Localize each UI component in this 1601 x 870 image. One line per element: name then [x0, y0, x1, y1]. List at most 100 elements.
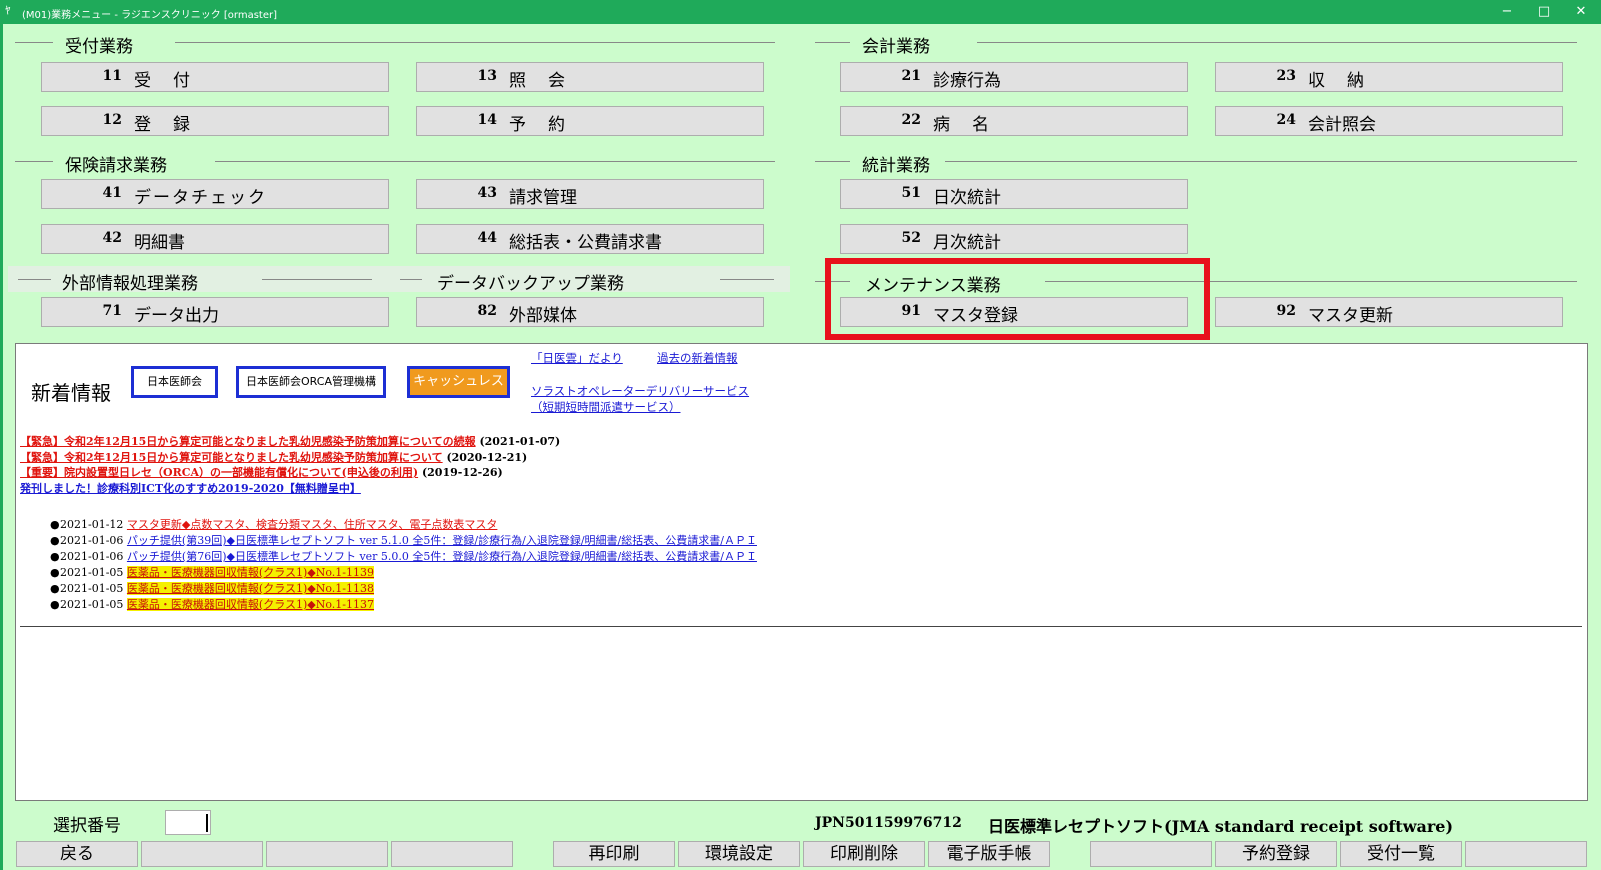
- license-id: JPN501159976712: [815, 815, 962, 831]
- menu-number: 43: [477, 185, 497, 201]
- menu-number: 71: [102, 303, 122, 319]
- menu-label: 外部媒体: [509, 306, 577, 326]
- fkey-1-back-button[interactable]: 戻る: [16, 841, 138, 867]
- fkey-11-reception-list-button[interactable]: 受付一覧: [1340, 841, 1462, 867]
- news-date: 2021-01-05: [60, 582, 124, 595]
- news-date: 2021-01-05: [60, 598, 124, 611]
- menu-button-82-gaibu-baitai[interactable]: 82 外部媒体: [416, 297, 764, 327]
- software-name: 日医標準レセプトソフト(JMA standard receipt softwar…: [988, 817, 1454, 836]
- minimize-icon[interactable]: −: [1497, 3, 1517, 21]
- close-icon[interactable]: ✕: [1571, 3, 1591, 21]
- menu-button-71-data-shutsuryoku[interactable]: 71 データ出力: [41, 297, 389, 327]
- menu-number: 14: [477, 112, 497, 128]
- alert-link[interactable]: 【緊急】令和2年12月15日から算定可能となりました乳幼児感染予防策加算について…: [20, 435, 476, 448]
- menu-number: 52: [901, 230, 921, 246]
- text-caret: [206, 814, 208, 832]
- maximize-icon[interactable]: □: [1534, 3, 1554, 21]
- menu-button-23-shuunou[interactable]: 23 収納: [1215, 62, 1563, 92]
- fkey-9-button[interactable]: [1090, 841, 1212, 867]
- menu-button-21-shinryou[interactable]: 21 診療行為: [840, 62, 1188, 92]
- alert-link[interactable]: 【緊急】令和2年12月15日から算定可能となりました乳幼児感染予防策加算について: [20, 451, 443, 464]
- section-backup: データバックアップ業務: [400, 267, 780, 294]
- fkey-2-button[interactable]: [141, 841, 263, 867]
- menu-button-51-nichiji-toukei[interactable]: 51 日次統計: [840, 179, 1188, 209]
- cashless-banner-button[interactable]: キャッシュレス: [407, 366, 510, 398]
- news-link[interactable]: 医薬品・医療機器回収情報(クラス1)◆No.1-1137: [126, 598, 375, 611]
- fkey-5-reprint-button[interactable]: 再印刷: [553, 841, 675, 867]
- menu-number: 23: [1276, 68, 1296, 84]
- menu-button-22-byoumei[interactable]: 22 病名: [840, 106, 1188, 136]
- menu-button-43-seikyuu-kanri[interactable]: 43 請求管理: [416, 179, 764, 209]
- menu-button-12-touroku[interactable]: 12 登録: [41, 106, 389, 136]
- menu-number: 82: [477, 303, 497, 319]
- bullet-icon: ●: [50, 518, 60, 531]
- fkey-4-button[interactable]: [391, 841, 513, 867]
- fkey-8-e-notebook-button[interactable]: 電子版手帳: [928, 841, 1050, 867]
- fkey-3-button[interactable]: [266, 841, 388, 867]
- news-link[interactable]: 医薬品・医療機器回収情報(クラス1)◆No.1-1139: [126, 566, 375, 579]
- menu-label: 病名: [933, 115, 1011, 135]
- menu-button-41-data-check[interactable]: 41 データチェック: [41, 179, 389, 209]
- menu-label: 収納: [1308, 71, 1386, 91]
- menu-number: 44: [477, 230, 497, 246]
- menu-button-42-meisaisho[interactable]: 42 明細書: [41, 224, 389, 254]
- list-item: ●2021-01-06 パッチ提供(第76回)◆日医標準レセプトソフト ver …: [50, 548, 757, 564]
- menu-button-92-master-koushin[interactable]: 92 マスタ更新: [1215, 297, 1563, 327]
- select-number-label: 選択番号: [53, 816, 121, 836]
- menu-number: 51: [901, 185, 921, 201]
- news-divider: [20, 626, 1582, 627]
- menu-label: データチェック: [134, 188, 267, 208]
- menu-label: 照会: [509, 71, 587, 91]
- operator-service-link[interactable]: ソラストオペレーターデリバリーサービス: [531, 383, 749, 399]
- section-kaikei: 会計業務: [815, 30, 1577, 57]
- news-date: 2021-01-12: [60, 518, 124, 531]
- menu-button-14-yoyaku[interactable]: 14 予約: [416, 106, 764, 136]
- fkey-12-button[interactable]: [1465, 841, 1587, 867]
- section-toukei: 統計業務: [815, 149, 1577, 176]
- alert-date: (2020-12-21): [446, 451, 528, 464]
- menu-label: マスタ更新: [1308, 306, 1393, 326]
- menu-button-24-kaikei-shoukai[interactable]: 24 会計照会: [1215, 106, 1563, 136]
- menu-button-11-uketsuke[interactable]: 11 受付: [41, 62, 389, 92]
- menu-label: 総括表・公費請求書: [509, 233, 662, 253]
- menu-number: 21: [901, 68, 921, 84]
- operator-service-link-sub[interactable]: （短期短時間派遣サービス）: [531, 399, 681, 415]
- news-link[interactable]: パッチ提供(第39回)◆日医標準レセプトソフト ver 5.1.0 全5件：登録…: [127, 534, 757, 547]
- menu-button-52-getsuji-toukei[interactable]: 52 月次統計: [840, 224, 1188, 254]
- section-gaibu: 外部情報処理業務: [10, 267, 390, 294]
- alert-link[interactable]: 発刊しました！診療科別ICT化のすすめ2019-2020【無料贈呈中】: [20, 482, 361, 495]
- highlight-annotation-box: [825, 258, 1210, 340]
- bullet-icon: ●: [50, 566, 60, 579]
- dayori-link[interactable]: 「日医雲」だより: [531, 350, 623, 366]
- fkey-6-settings-button[interactable]: 環境設定: [678, 841, 800, 867]
- jma-logo-button[interactable]: 日本医師会: [131, 366, 218, 398]
- list-item: ●2021-01-06 パッチ提供(第39回)◆日医標準レセプトソフト ver …: [50, 532, 757, 548]
- alert-item: 【重要】院内設置型日レセ（ORCA）の一部機能有償化について(申込後の利用) (…: [20, 464, 503, 480]
- section-label: 統計業務: [862, 156, 930, 176]
- news-link[interactable]: 医薬品・医療機器回収情報(クラス1)◆No.1-1138: [126, 582, 375, 595]
- title-bar: ﾔ (M01)業務メニュー - ラジエンスクリニック [ormaster] − …: [0, 0, 1601, 24]
- menu-label: 会計照会: [1308, 115, 1376, 135]
- menu-label: 診療行為: [933, 71, 1001, 91]
- select-number-input[interactable]: [165, 810, 211, 835]
- menu-number: 11: [102, 68, 122, 84]
- news-link[interactable]: パッチ提供(第76回)◆日医標準レセプトソフト ver 5.0.0 全5件：登録…: [127, 550, 757, 563]
- news-link[interactable]: マスタ更新◆点数マスタ、検査分類マスタ、住所マスタ、電子点数表マスタ: [127, 518, 497, 531]
- menu-number: 24: [1276, 112, 1296, 128]
- alert-link[interactable]: 【重要】院内設置型日レセ（ORCA）の一部機能有償化について(申込後の利用): [20, 466, 418, 479]
- section-label: データバックアップ業務: [437, 274, 624, 294]
- list-item: ●2021-01-05 医薬品・医療機器回収情報(クラス1)◆No.1-1139: [50, 564, 757, 580]
- past-news-link[interactable]: 過去の新着情報: [657, 350, 738, 366]
- fkey-7-print-delete-button[interactable]: 印刷削除: [803, 841, 925, 867]
- menu-button-44-soukatsuhyou[interactable]: 44 総括表・公費請求書: [416, 224, 764, 254]
- orca-logo-button[interactable]: 日本医師会ORCA管理機構: [236, 366, 386, 398]
- section-label: 外部情報処理業務: [62, 274, 198, 294]
- menu-button-13-shoukai[interactable]: 13 照会: [416, 62, 764, 92]
- menu-label: 予約: [509, 115, 587, 135]
- list-item: ●2021-01-05 医薬品・医療機器回収情報(クラス1)◆No.1-1138: [50, 580, 757, 596]
- fkey-10-reservation-button[interactable]: 予約登録: [1215, 841, 1337, 867]
- menu-label: 請求管理: [509, 188, 577, 208]
- alert-date: (2021-01-07): [479, 435, 561, 448]
- menu-number: 92: [1276, 303, 1296, 319]
- section-uketsuke: 受付業務: [15, 30, 777, 57]
